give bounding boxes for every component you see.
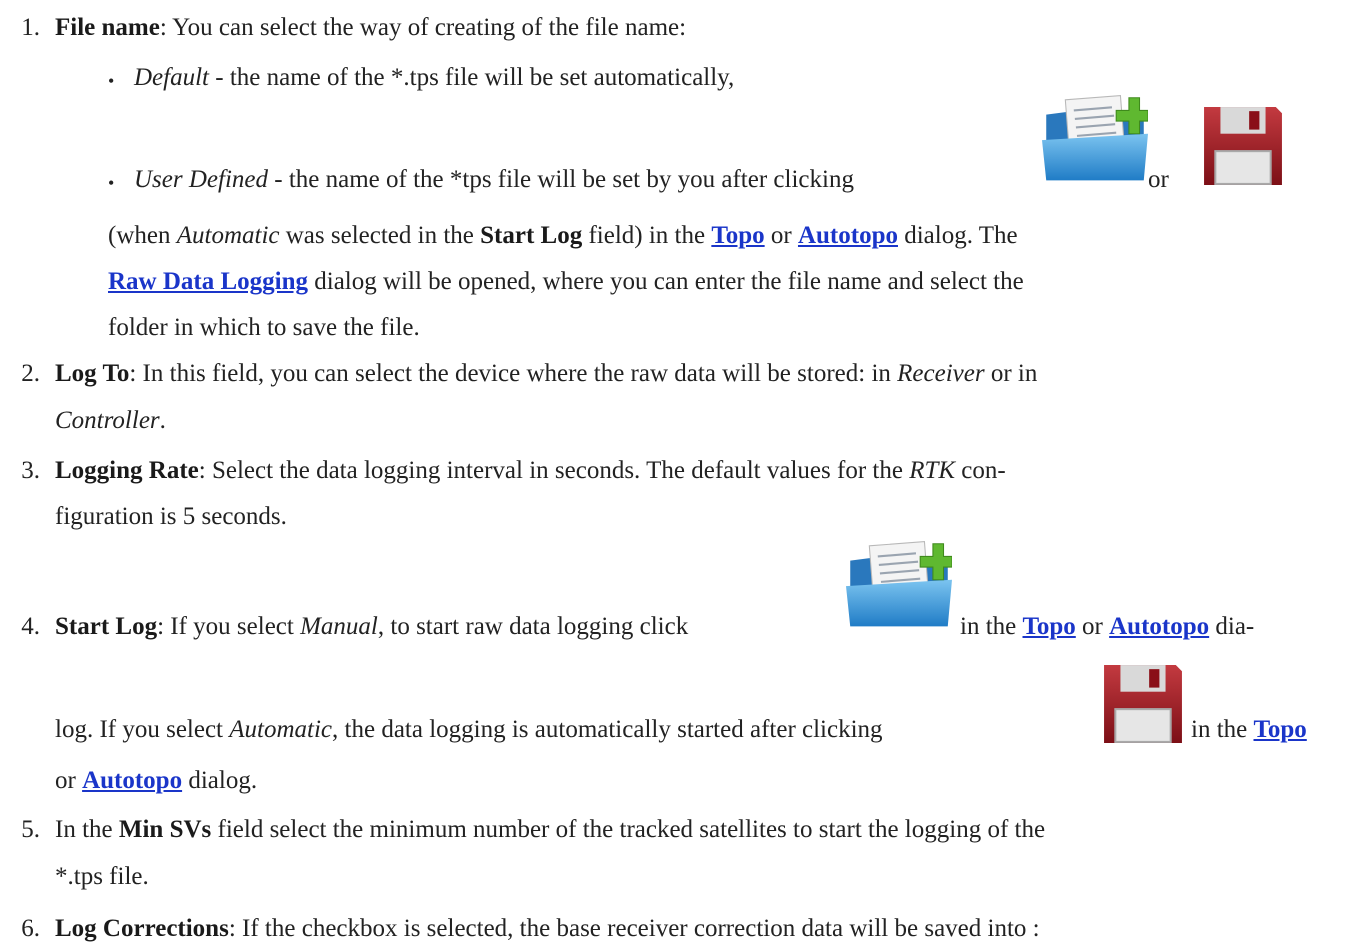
text: : In this field, you can select the devi… (129, 360, 898, 387)
text: , the data logging is automatically star… (332, 716, 883, 743)
link-autotopo[interactable]: Autotopo (82, 767, 182, 794)
text: in the (1191, 716, 1254, 743)
text: field select the minimum number of the t… (211, 816, 1046, 843)
text: log. If you select (55, 716, 230, 743)
folder-add-icon (846, 541, 952, 627)
term-file-name: File name (55, 14, 160, 41)
text: In the (55, 816, 119, 843)
list-item-3-line-2: figuration is 5 seconds. (55, 502, 287, 532)
list-number: 3. (21, 457, 40, 484)
text: or (55, 767, 83, 794)
text: field) in the (582, 222, 712, 249)
list-number: 6. (21, 915, 40, 942)
term-start-log: Start Log (55, 613, 158, 640)
floppy-save-icon (1202, 96, 1284, 196)
list-item-2-line-2: Controller. (55, 406, 166, 436)
text: (when (108, 222, 177, 249)
text-receiver: Receiver (897, 360, 985, 387)
text-controller: Controller (55, 407, 160, 434)
link-autotopo[interactable]: Autotopo (798, 222, 898, 249)
term-log-to: Log To (55, 360, 130, 387)
link-raw-data-logging[interactable]: Raw Data Logging (108, 268, 308, 295)
list-number: 4. (21, 613, 40, 640)
text: dia- (1209, 613, 1255, 640)
default-text: - the name of the *.tps file will be set… (209, 64, 735, 91)
link-topo[interactable]: Topo (711, 222, 764, 249)
text-automatic: Automatic (176, 222, 280, 249)
text: : Select the data logging interval in se… (198, 457, 910, 484)
user-defined-line-4: folder in which to save the file. (108, 313, 420, 343)
text: or (764, 222, 798, 249)
term-start-log: Start Log (480, 222, 583, 249)
link-topo[interactable]: Topo (1254, 716, 1307, 743)
term-min-svs: Min SVs (118, 816, 212, 843)
user-defined-line-3: Raw Data Logging dialog will be opened, … (108, 267, 1024, 297)
text: in the (960, 613, 1023, 640)
text: dialog. (182, 767, 258, 794)
or-text: or (1148, 166, 1169, 193)
text: : If you select (157, 613, 301, 640)
text: or in (984, 360, 1038, 387)
term-log-corrections: Log Corrections (55, 915, 229, 942)
item1-text: : You can select the way of creating of … (159, 14, 687, 41)
list-item-5-line-2: *.tps file. (55, 862, 149, 892)
link-topo[interactable]: Topo (1023, 613, 1076, 640)
text-rtk: RTK (909, 457, 956, 484)
text: dialog. The (897, 222, 1018, 249)
link-autotopo[interactable]: Autotopo (1109, 613, 1209, 640)
text: . (159, 407, 166, 434)
text: : If the checkbox is selected, the base … (228, 915, 1040, 942)
text: was selected in the (279, 222, 481, 249)
floppy-save-icon (1102, 654, 1184, 754)
term-logging-rate: Logging Rate (55, 457, 199, 484)
text-manual: Manual (300, 613, 378, 640)
folder-add-icon (1042, 95, 1148, 181)
text: , to start raw data logging click (377, 613, 689, 640)
user-defined-text: - the name of the *tps file will be set … (268, 166, 854, 193)
term-user-defined: User Defined (134, 166, 268, 193)
text: figuration is 5 seconds. (55, 503, 287, 530)
list-item-4-line-3: or Autotopo dialog. (55, 766, 257, 796)
text: or (1075, 613, 1110, 640)
text: *.tps file. (55, 863, 149, 890)
bullet: • (108, 71, 115, 91)
user-defined-line-2: (when Automatic was selected in the Star… (108, 221, 1018, 251)
list-number: 1. (21, 14, 40, 41)
list-number: 5. (21, 816, 40, 843)
term-default: Default (134, 64, 209, 91)
list-number: 2. (21, 360, 40, 387)
text: con- (955, 457, 1006, 484)
bullet: • (108, 173, 115, 193)
text: dialog will be opened, where you can ent… (308, 268, 1024, 295)
text-automatic: Automatic (229, 716, 333, 743)
text: folder in which to save the file. (108, 314, 420, 341)
